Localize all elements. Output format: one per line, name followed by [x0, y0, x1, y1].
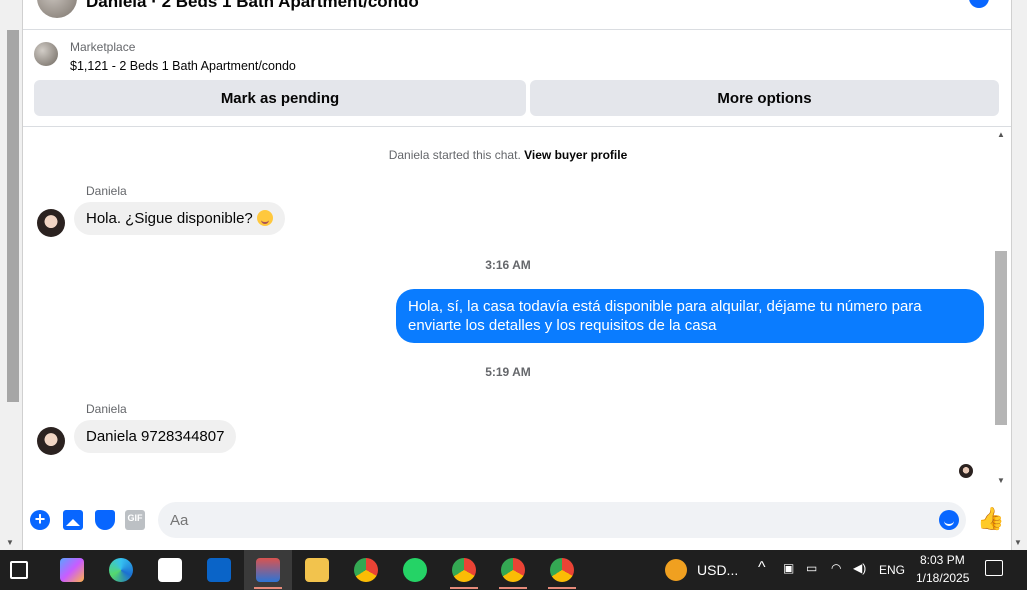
app-running-indicator — [499, 587, 527, 589]
message-text: Hola. ¿Sigue disponible? — [86, 210, 253, 227]
chrome-icon[interactable] — [354, 558, 378, 582]
chat-started-text: Daniela started this chat. — [388, 148, 521, 162]
stock-widget-icon[interactable] — [665, 559, 687, 581]
info-icon[interactable] — [969, 0, 989, 8]
clock-date[interactable]: 1/18/2025 — [916, 571, 969, 585]
message-input[interactable] — [158, 502, 966, 538]
sender-avatar[interactable] — [37, 209, 65, 237]
sender-avatar[interactable] — [37, 427, 65, 455]
scroll-down-icon[interactable]: ▼ — [1014, 538, 1022, 547]
language-indicator[interactable]: ENG — [879, 563, 905, 577]
message-composer: + GIF 👍 — [23, 489, 1011, 550]
emoji-icon[interactable] — [939, 510, 959, 530]
stock-ticker-label[interactable]: USD... — [697, 562, 738, 578]
right-scrollbar[interactable]: ▼ — [1010, 0, 1027, 550]
seen-indicator-avatar — [959, 464, 973, 478]
chat-started-notice: Daniela started this chat. View buyer pr… — [23, 148, 993, 162]
copilot-icon[interactable] — [60, 558, 84, 582]
contact-avatar[interactable] — [37, 0, 77, 18]
incoming-message[interactable]: Hola. ¿Sigue disponible? — [74, 202, 285, 235]
windows-taskbar: USD... ^ ▣ ▭ ◠ ◀) ENG 8:03 PM 1/18/2025 — [0, 550, 1027, 590]
mark-as-pending-button[interactable]: Mark as pending — [34, 80, 526, 116]
battery-icon[interactable]: ▭ — [806, 561, 817, 575]
chrome-profile-icon[interactable] — [501, 558, 525, 582]
outlook-icon[interactable] — [207, 558, 231, 582]
scroll-down-icon[interactable]: ▼ — [997, 476, 1005, 485]
microsoft-store-icon[interactable] — [158, 558, 182, 582]
notification-icon[interactable] — [985, 560, 1003, 576]
more-options-button[interactable]: More options — [530, 80, 999, 116]
page-scrollbar[interactable]: ▼ — [0, 0, 22, 550]
edge-browser-icon[interactable] — [109, 558, 133, 582]
snipping-tool-icon[interactable] — [256, 558, 280, 582]
sticker-icon[interactable] — [95, 510, 115, 530]
active-app-indicator — [254, 587, 282, 589]
conversation-title[interactable]: Daniela · 2 Beds 1 Bath Apartment/condo — [86, 0, 419, 12]
timestamp: 5:19 AM — [485, 365, 531, 379]
page-scrollbar-thumb[interactable] — [7, 30, 19, 402]
smiling-face-emoji-icon — [256, 210, 273, 226]
outgoing-message[interactable]: Hola, sí, la casa todavía está disponibl… — [396, 289, 984, 343]
clock-time[interactable]: 8:03 PM — [920, 553, 965, 567]
thumbs-up-icon[interactable]: 👍 — [977, 507, 1004, 531]
chat-scrollbar[interactable]: ▲ ▼ — [993, 127, 1010, 489]
chevron-up-icon[interactable]: ^ — [758, 559, 766, 577]
app-running-indicator — [450, 587, 478, 589]
task-view-icon[interactable] — [10, 561, 28, 579]
listing-title[interactable]: $1,121 - 2 Beds 1 Bath Apartment/condo — [70, 59, 296, 73]
photo-icon[interactable] — [63, 510, 83, 530]
view-buyer-profile-link[interactable]: View buyer profile — [524, 148, 627, 162]
app-running-indicator — [548, 587, 576, 589]
volume-icon[interactable]: ◀) — [853, 561, 866, 575]
file-explorer-icon[interactable] — [305, 558, 329, 582]
wifi-icon[interactable]: ◠ — [831, 561, 841, 575]
sender-name: Daniela — [86, 184, 127, 198]
scroll-down-icon[interactable]: ▼ — [6, 538, 14, 547]
chrome-profile-icon[interactable] — [550, 558, 574, 582]
chat-scrollbar-thumb[interactable] — [995, 251, 1007, 425]
message-list: Daniela started this chat. View buyer pr… — [23, 127, 993, 489]
marketplace-label: Marketplace — [70, 40, 136, 54]
timestamp: 3:16 AM — [485, 258, 531, 272]
marketplace-panel: Marketplace $1,121 - 2 Beds 1 Bath Apart… — [23, 30, 1011, 127]
listing-thumbnail[interactable] — [34, 42, 58, 66]
scroll-up-icon[interactable]: ▲ — [997, 130, 1005, 139]
gif-icon[interactable]: GIF — [125, 510, 145, 530]
conversation-header: Daniela · 2 Beds 1 Bath Apartment/condo — [23, 0, 1011, 30]
messenger-window: Daniela · 2 Beds 1 Bath Apartment/condo … — [22, 0, 1012, 550]
whatsapp-icon[interactable] — [403, 558, 427, 582]
chrome-profile-icon[interactable] — [452, 558, 476, 582]
meet-icon[interactable]: ▣ — [783, 561, 794, 575]
sender-name: Daniela — [86, 402, 127, 416]
plus-icon[interactable]: + — [30, 510, 50, 530]
incoming-message[interactable]: Daniela 9728344807 — [74, 420, 237, 453]
